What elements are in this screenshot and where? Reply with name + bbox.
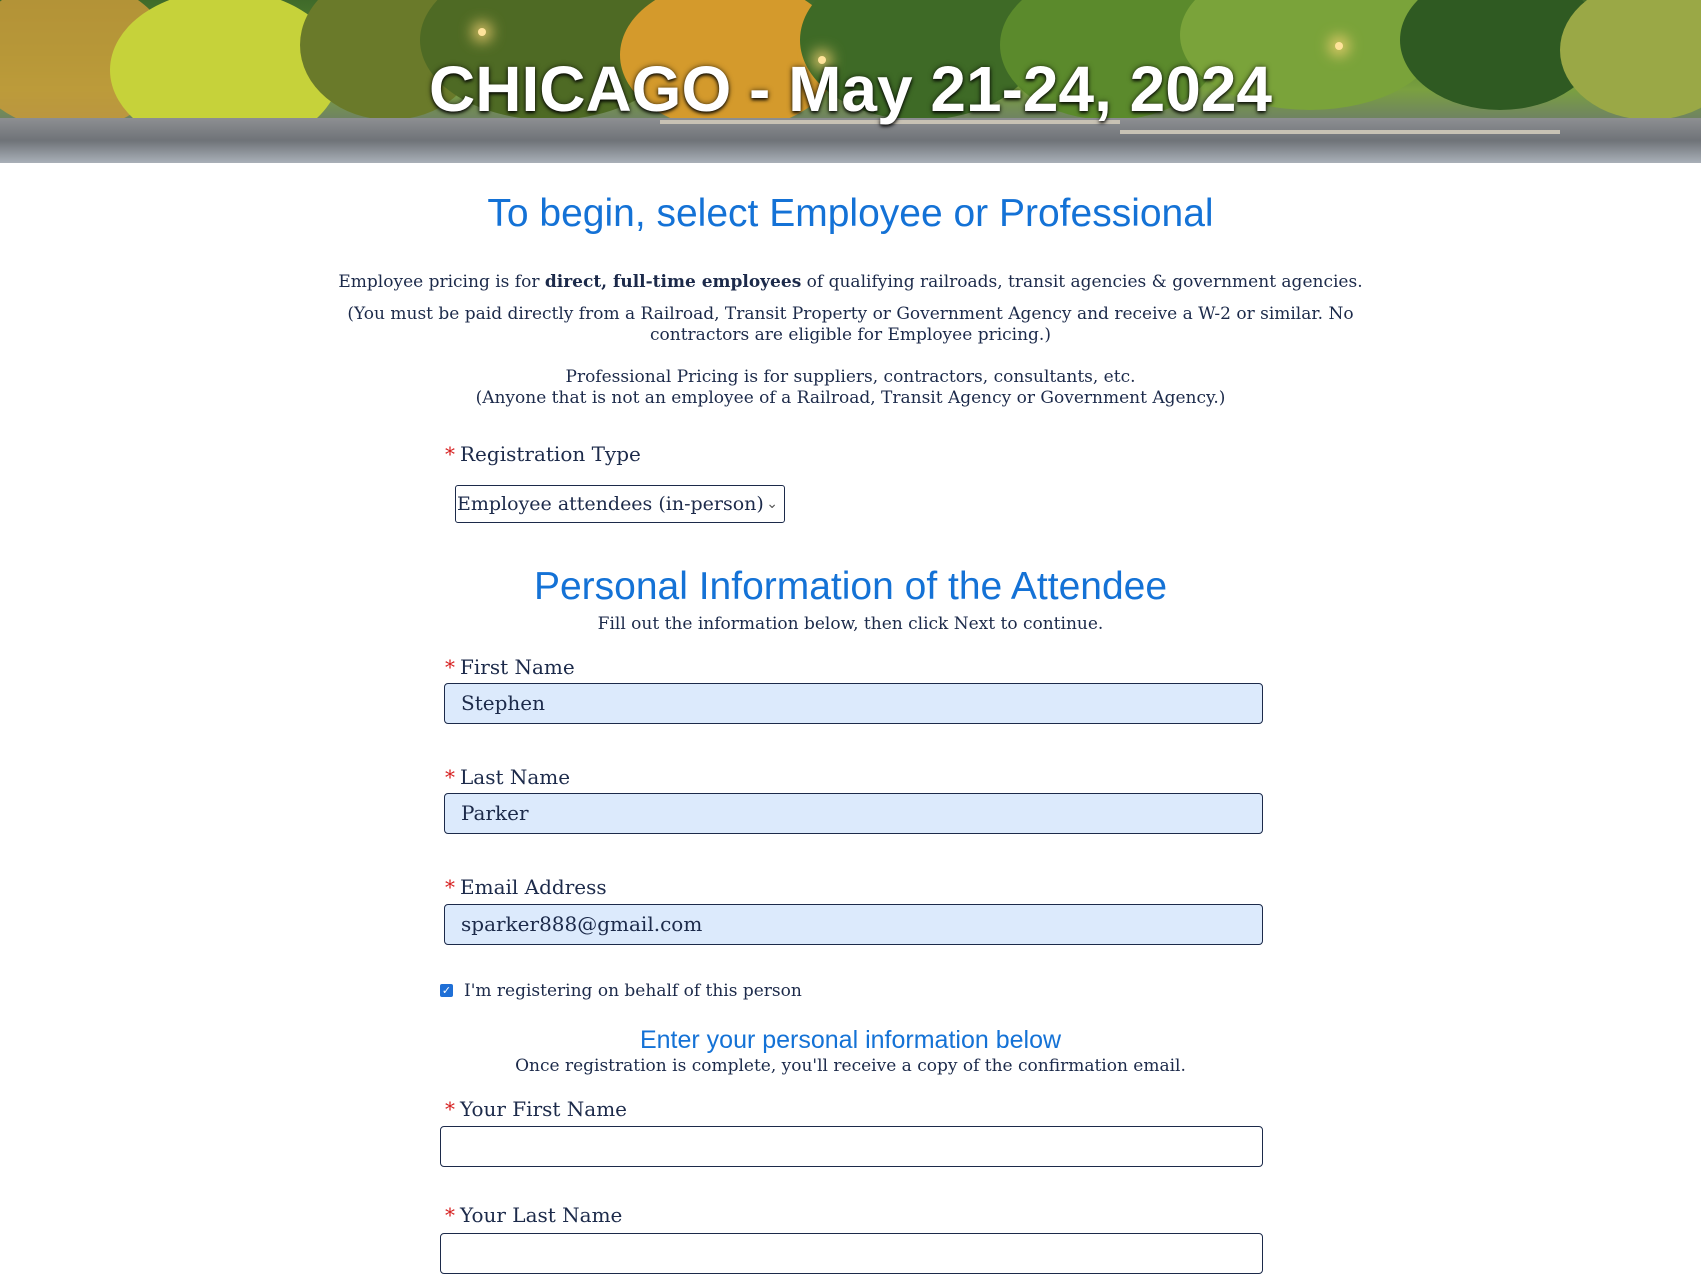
employee-pricing-text: Employee pricing is for direct, full-tim… [0,272,1701,293]
checkmark-icon: ✓ [441,984,452,997]
intro-heading: To begin, select Employee or Professiona… [487,192,1214,235]
employee-pricing-bold: direct, full-time employees [544,272,802,292]
first-name-field[interactable]: Stephen [444,683,1263,724]
banner-title: CHICAGO - May 21-24, 2024 [429,53,1272,125]
required-asterisk: * [445,1203,455,1227]
professional-pricing-line1: Professional Pricing is for suppliers, c… [565,367,1136,387]
last-name-label: * Last Name [445,765,570,789]
professional-pricing-line2: (Anyone that is not an employee of a Rai… [475,388,1226,408]
registration-type-label-text: Registration Type [460,442,641,466]
required-asterisk: * [445,875,455,899]
your-first-name-label-text: Your First Name [460,1097,628,1121]
required-asterisk: * [445,765,455,789]
required-asterisk: * [445,1097,455,1121]
personal-info-subtext: Fill out the information below, then cli… [597,614,1104,634]
email-label: * Email Address [445,875,607,899]
employee-pricing-suffix: of qualifying railroads, transit agencie… [801,272,1363,292]
last-name-field[interactable]: Parker [444,793,1263,834]
your-first-name-label: * Your First Name [445,1097,627,1121]
required-asterisk: * [445,442,455,466]
required-asterisk: * [445,655,455,679]
your-last-name-label-text: Your Last Name [460,1203,623,1227]
your-last-name-label: * Your Last Name [445,1203,622,1227]
lamp-light [1335,42,1343,50]
registration-type-select[interactable]: Employee attendees (in-person) ⌄ [455,485,785,523]
chevron-down-icon: ⌄ [766,496,778,512]
header-banner: CHICAGO - May 21-24, 2024 [0,0,1701,163]
registration-type-label: * Registration Type [445,442,641,466]
registration-type-selected: Employee attendees (in-person) [457,493,764,515]
on-behalf-label[interactable]: I'm registering on behalf of this person [464,981,802,1001]
email-field[interactable]: sparker888@gmail.com [444,904,1263,945]
lamp-light [478,28,486,36]
first-name-label: * First Name [445,655,575,679]
email-label-text: Email Address [460,875,607,899]
first-name-label-text: First Name [460,655,575,679]
personal-info-heading: Personal Information of the Attendee [533,565,1168,608]
last-name-label-text: Last Name [460,765,571,789]
your-last-name-field[interactable] [440,1233,1263,1274]
employee-pricing-prefix: Employee pricing is for [338,272,545,292]
registrant-subtext: Once registration is complete, you'll re… [515,1056,1186,1076]
employee-note-line2: contractors are eligible for Employee pr… [650,325,1051,345]
on-behalf-checkbox[interactable]: ✓ [440,984,453,997]
registrant-heading: Enter your personal information below [639,1026,1062,1054]
your-first-name-field[interactable] [440,1126,1263,1167]
employee-note-line1: (You must be paid directly from a Railro… [347,304,1354,324]
banner-rail [1120,130,1560,134]
